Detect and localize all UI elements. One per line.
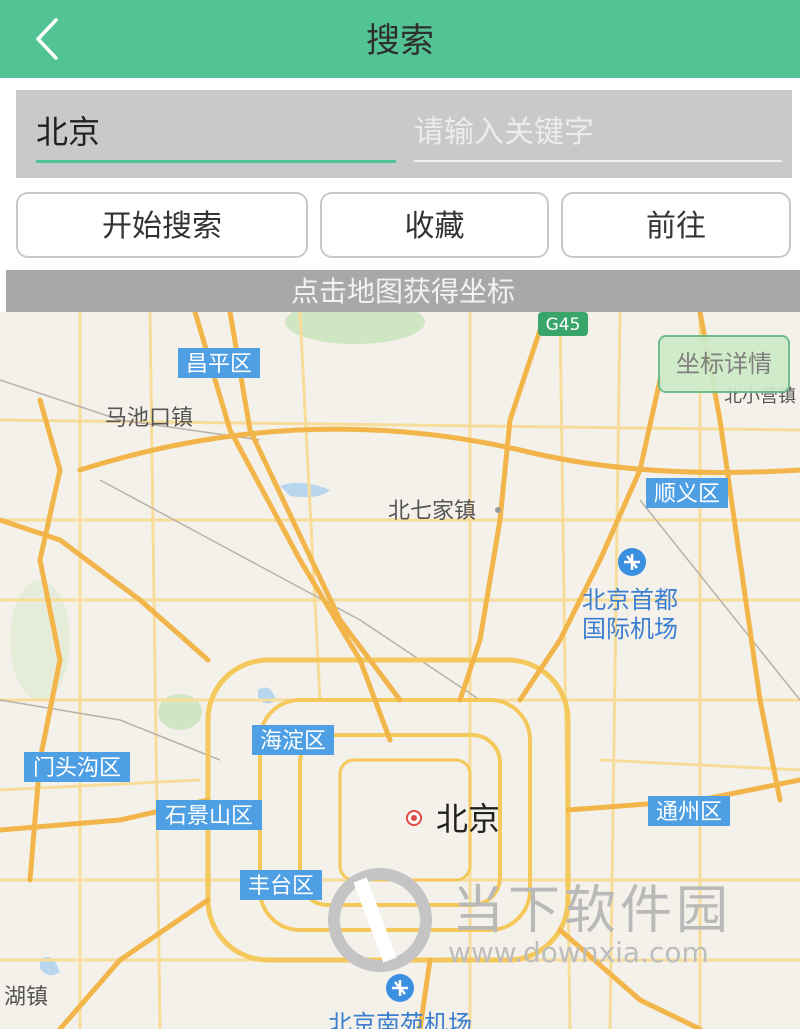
map-label-mentougou: 门头沟区: [24, 752, 130, 782]
map-label-mentougou-text: 门头沟区: [33, 756, 121, 781]
keyword-input[interactable]: [414, 104, 782, 160]
back-button[interactable]: [26, 14, 76, 64]
highway-badge-text: G45: [546, 315, 581, 335]
map-label-changping: 昌平区: [178, 348, 260, 378]
page-title: 搜索: [366, 21, 434, 61]
map-label-machikou: 马池口镇: [105, 406, 193, 431]
map-label-tongzhou: 通州区: [648, 796, 730, 826]
city-field[interactable]: 北京: [36, 104, 396, 163]
map-label-shunyi-text: 顺义区: [654, 482, 720, 507]
nanyuan-airport-label: 北京南苑机场: [328, 1010, 472, 1029]
top-app-bar: 搜索: [0, 0, 800, 78]
map-label-fengtai: 丰台区: [240, 870, 322, 900]
favorite-button[interactable]: 收藏: [320, 192, 549, 258]
map-label-tongzhou-text: 通州区: [656, 800, 722, 825]
city-value: 北京: [36, 113, 101, 151]
map-label-hu-town: 湖镇: [4, 985, 48, 1010]
search-panel: 北京: [16, 90, 792, 178]
coordinate-detail-button[interactable]: 坐标详情: [658, 335, 790, 393]
map-label-haidian: 海淀区: [252, 725, 334, 755]
map-label-beijing: 北京: [436, 800, 500, 838]
map-hint-bar: 点击地图获得坐标: [6, 270, 800, 312]
map-label-fengtai-text: 丰台区: [248, 874, 314, 899]
map-label-shunyi: 顺义区: [646, 478, 728, 508]
map-view[interactable]: G45 昌平区 顺义区 海淀区 门头沟区 石景山区 通州区 丰台区 马池口镇 北…: [0, 312, 800, 1029]
go-button[interactable]: 前往: [561, 192, 791, 258]
highway-badge-g45: G45: [538, 312, 588, 336]
chevron-left-icon: [36, 18, 58, 60]
map-label-shijingshan: 石景山区: [156, 800, 262, 830]
start-search-button[interactable]: 开始搜索: [16, 192, 308, 258]
map-label-beiqijia: 北七家镇: [388, 499, 476, 524]
map-label-changping-text: 昌平区: [186, 352, 252, 377]
airport-label-line1: 北京首都: [582, 586, 678, 614]
map-label-haidian-text: 海淀区: [260, 729, 326, 754]
map-label-shijingshan-text: 石景山区: [165, 804, 253, 829]
keyword-field-wrapper: [414, 104, 782, 162]
airport-label-line2: 国际机场: [582, 615, 678, 643]
